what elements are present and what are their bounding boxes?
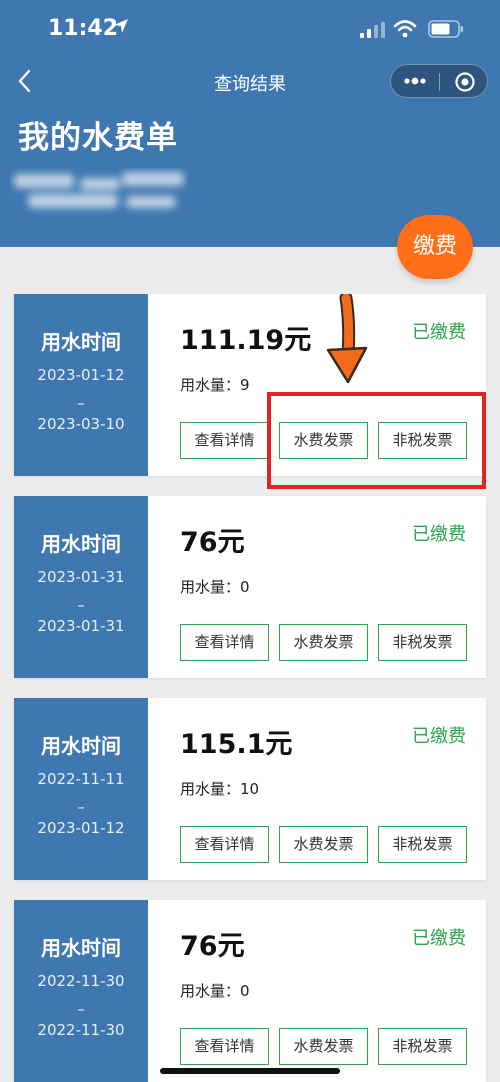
bill-card: 用水时间 2022-11-30 – 2022-11-30 76元 用水量：0 已… [14,900,486,1082]
water-usage: 用水量：0 [180,982,250,1000]
battery-icon [428,20,463,38]
period-dash: – [77,394,85,412]
signal-icon [360,22,385,38]
close-icon[interactable] [454,71,476,93]
water-invoice-button[interactable]: 水费发票 [279,624,368,661]
period-start: 2023-01-12 [37,366,125,384]
water-invoice-button[interactable]: 水费发票 [279,826,368,863]
payment-status: 已缴费 [412,322,466,343]
home-indicator [160,1068,340,1074]
location-arrow-icon [114,19,128,33]
non-tax-invoice-button[interactable]: 非税发票 [378,624,467,661]
period-dash: – [77,798,85,816]
page-title: 我的水费单 [18,120,178,156]
period-start: 2022-11-11 [37,770,125,788]
water-usage: 用水量：0 [180,578,250,596]
non-tax-invoice-button[interactable]: 非税发票 [378,1028,467,1065]
period-label: 用水时间 [41,532,121,556]
status-bar: 11:42 [0,0,500,58]
mini-program-capsule [390,64,488,98]
view-details-button[interactable]: 查看详情 [180,826,269,863]
view-details-button[interactable]: 查看详情 [180,422,269,459]
bill-card: 用水时间 2023-01-31 – 2023-01-31 76元 用水量：0 已… [14,496,486,678]
period-label: 用水时间 [41,734,121,758]
payment-status: 已缴费 [412,524,466,545]
capsule-divider [439,73,440,91]
payment-status: 已缴费 [412,928,466,949]
period-dash: – [77,1000,85,1018]
bill-amount: 111.19元 [180,325,312,356]
period-start: 2022-11-30 [37,972,125,990]
period-end: 2022-11-30 [37,1021,125,1039]
nav-bar: 查询结果 [0,58,500,104]
period-end: 2023-01-12 [37,819,125,837]
payment-status: 已缴费 [412,726,466,747]
annotation-highlight-box [267,392,486,489]
status-time: 11:42 [48,16,119,41]
bill-amount: 76元 [180,527,245,558]
bill-period-panel: 用水时间 2022-11-30 – 2022-11-30 [14,900,148,1082]
bill-amount: 76元 [180,931,245,962]
non-tax-invoice-button[interactable]: 非税发票 [378,826,467,863]
view-details-button[interactable]: 查看详情 [180,1028,269,1065]
blurred-account-info [14,172,184,208]
bill-card: 用水时间 2022-11-11 – 2023-01-12 115.1元 用水量：… [14,698,486,880]
period-label: 用水时间 [41,330,121,354]
period-end: 2023-03-10 [37,415,125,433]
bill-period-panel: 用水时间 2023-01-12 – 2023-03-10 [14,294,148,476]
more-icon[interactable] [403,73,427,89]
period-end: 2023-01-31 [37,617,125,635]
period-label: 用水时间 [41,936,121,960]
header: 11:42 查询结果 我的水费单 [0,0,500,247]
annotation-arrow-icon [326,294,368,384]
period-start: 2023-01-31 [37,568,125,586]
period-dash: – [77,596,85,614]
bill-period-panel: 用水时间 2023-01-31 – 2023-01-31 [14,496,148,678]
bill-amount: 115.1元 [180,729,293,760]
water-usage: 用水量：10 [180,780,260,798]
wifi-icon [393,20,417,38]
water-invoice-button[interactable]: 水费发票 [279,1028,368,1065]
bill-period-panel: 用水时间 2022-11-11 – 2023-01-12 [14,698,148,880]
pay-button[interactable]: 缴费 [397,215,473,279]
view-details-button[interactable]: 查看详情 [180,624,269,661]
water-usage: 用水量：9 [180,376,250,394]
